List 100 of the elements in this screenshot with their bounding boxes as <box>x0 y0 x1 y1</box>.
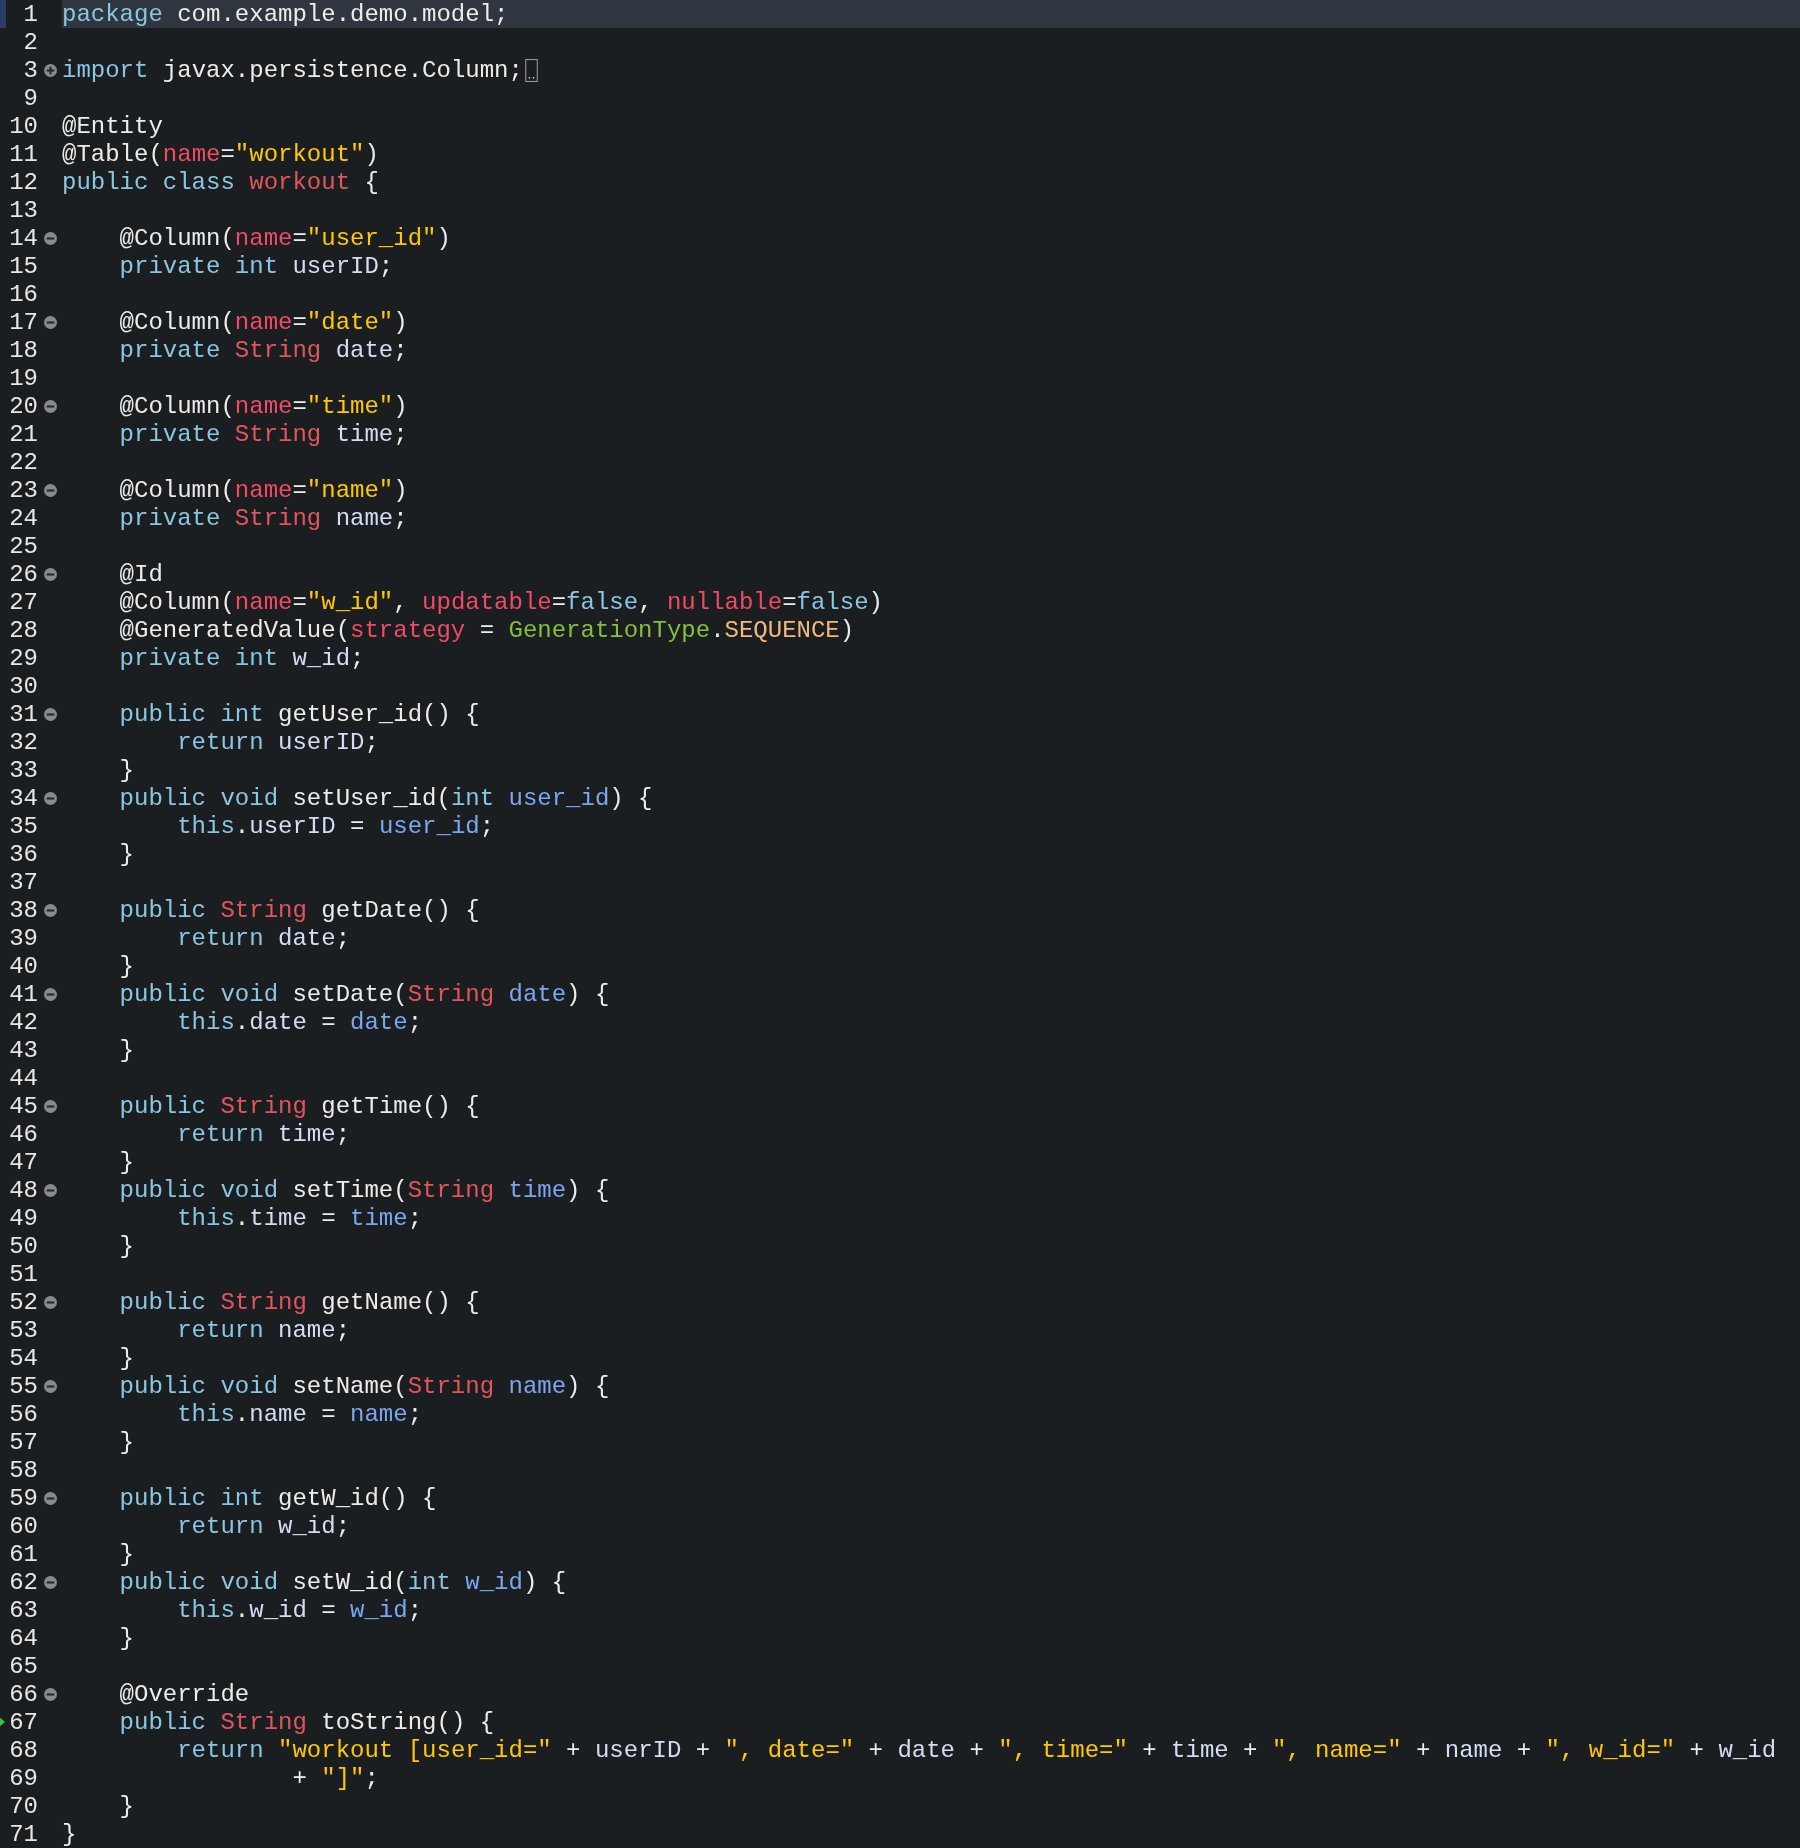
code-line: import javax.persistence.Column; <box>62 56 523 84</box>
line-number: 61 <box>8 1540 38 1568</box>
code-line: public void setName(String name) { <box>118 1372 610 1400</box>
code-line: public String toString() { <box>118 1708 495 1736</box>
code-line: @Column(name="name") <box>118 476 408 504</box>
code-line: this.userID = user_id; <box>176 812 495 840</box>
code-line: this.date = date; <box>176 1008 423 1036</box>
collapse-icon[interactable] <box>43 1099 57 1113</box>
line-number: 18 <box>8 336 38 364</box>
code-line: public String getName() { <box>118 1288 480 1316</box>
code-line: @Override <box>118 1680 250 1708</box>
line-number: 69 <box>8 1764 38 1792</box>
code-line: @Id <box>118 560 163 588</box>
line-number: 68 <box>8 1736 38 1764</box>
line-number: 41 <box>8 980 38 1008</box>
line-number: 23 <box>8 476 38 504</box>
expand-icon[interactable] <box>43 63 57 77</box>
code-line: } <box>118 1344 134 1372</box>
code-line: @Entity <box>62 112 163 140</box>
code-line: } <box>118 1428 134 1456</box>
collapse-icon[interactable] <box>43 1183 57 1197</box>
line-number: 32 <box>8 728 38 756</box>
code-line: return w_id; <box>176 1512 351 1540</box>
code-line: public void setTime(String time) { <box>118 1176 610 1204</box>
line-number: 43 <box>8 1036 38 1064</box>
collapse-icon[interactable] <box>43 1575 57 1589</box>
line-number: 62 <box>8 1568 38 1596</box>
collapse-icon[interactable] <box>43 399 57 413</box>
code-line: @Column(name="user_id") <box>118 224 451 252</box>
collapse-icon[interactable] <box>43 231 57 245</box>
line-number: 54 <box>8 1344 38 1372</box>
line-number: 9 <box>22 84 38 112</box>
code-line: public void setDate(String date) { <box>118 980 610 1008</box>
collapse-icon[interactable] <box>43 483 57 497</box>
line-number: 30 <box>8 672 38 700</box>
code-line: public class workout { <box>62 168 379 196</box>
collapse-icon[interactable] <box>43 707 57 721</box>
code-line: public String getDate() { <box>118 896 480 924</box>
line-number: 42 <box>8 1008 38 1036</box>
line-number: 26 <box>8 560 38 588</box>
collapse-icon[interactable] <box>43 903 57 917</box>
code-line: } <box>62 1820 77 1848</box>
line-number: 39 <box>8 924 38 952</box>
line-number: 16 <box>8 280 38 308</box>
line-number: 10 <box>8 112 38 140</box>
folded-code-icon[interactable] <box>524 58 538 82</box>
line-number: 22 <box>8 448 38 476</box>
collapse-icon[interactable] <box>43 1687 57 1701</box>
code-line: private String time; <box>118 420 408 448</box>
line-number: 66 <box>8 1680 38 1708</box>
code-line: package com.example.demo.model; <box>62 0 509 28</box>
line-number: 60 <box>8 1512 38 1540</box>
line-number: 63 <box>8 1596 38 1624</box>
line-number: 3 <box>22 56 38 84</box>
collapse-icon[interactable] <box>43 1295 57 1309</box>
code-line: } <box>118 1148 134 1176</box>
line-number: 57 <box>8 1428 38 1456</box>
line-number: 55 <box>8 1372 38 1400</box>
code-line: private String name; <box>118 504 408 532</box>
line-number: 1 <box>22 0 38 28</box>
line-number: 71 <box>8 1820 38 1848</box>
line-number: 33 <box>8 756 38 784</box>
collapse-icon[interactable] <box>43 987 57 1001</box>
line-number: 49 <box>8 1204 38 1232</box>
code-line: this.time = time; <box>176 1204 423 1232</box>
code-line: @GeneratedValue(strategy = GenerationType.SEQUENCE) <box>118 616 855 644</box>
code-line: } <box>118 756 134 784</box>
code-line: @Table(name="workout") <box>62 140 379 168</box>
code-line: this.name = name; <box>176 1400 423 1428</box>
line-number: 46 <box>8 1120 38 1148</box>
collapse-icon[interactable] <box>43 315 57 329</box>
line-number: 65 <box>8 1652 38 1680</box>
code-line: @Column(name="w_id", updatable=false, nullable=false) <box>118 588 883 616</box>
line-number: 27 <box>8 588 38 616</box>
collapse-icon[interactable] <box>43 1491 57 1505</box>
line-number: 51 <box>8 1260 38 1288</box>
line-number: 53 <box>8 1316 38 1344</box>
code-line: return time; <box>176 1120 351 1148</box>
line-number: 56 <box>8 1400 38 1428</box>
code-line: public String getTime() { <box>118 1092 480 1120</box>
code-line: public int getW_id() { <box>118 1484 437 1512</box>
line-number: 67 <box>8 1708 38 1736</box>
line-number: 44 <box>8 1064 38 1092</box>
code-line: } <box>118 952 134 980</box>
line-number: 28 <box>8 616 38 644</box>
code-line: public int getUser_id() { <box>118 700 480 728</box>
line-number: 52 <box>8 1288 38 1316</box>
code-line: } <box>118 1624 134 1652</box>
collapse-icon[interactable] <box>43 567 57 581</box>
code-line: } <box>118 1036 134 1064</box>
line-number: 59 <box>8 1484 38 1512</box>
collapse-icon[interactable] <box>43 1379 57 1393</box>
code-line: return userID; <box>176 728 379 756</box>
line-number: 2 <box>22 28 38 56</box>
code-line: return "workout [user_id=" + userID + ", date=" + date + ", time=" + time + ", name=" + name + ", w_id=" + w_id <box>176 1736 1777 1764</box>
code-line: private int w_id; <box>118 644 365 672</box>
line-number: 34 <box>8 784 38 812</box>
code-line: } <box>118 1540 134 1568</box>
collapse-icon[interactable] <box>43 791 57 805</box>
line-number: 25 <box>8 532 38 560</box>
